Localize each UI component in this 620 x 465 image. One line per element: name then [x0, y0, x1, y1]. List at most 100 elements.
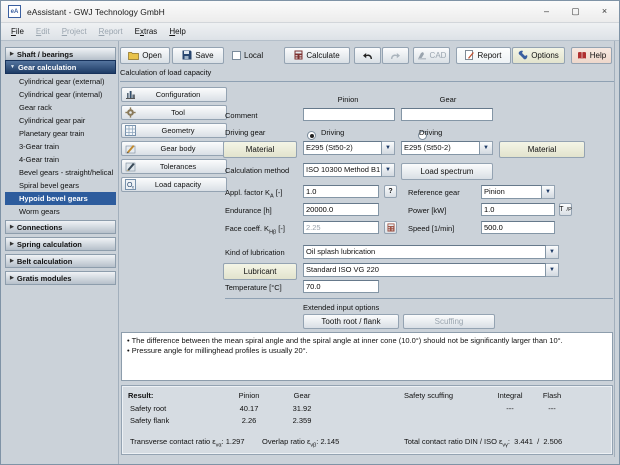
- nav-button-label: Load capacity: [154, 180, 202, 189]
- sidebar-item-bevel-gears[interactable]: Bevel gears - straight/helical: [5, 166, 116, 179]
- power-label: Power [kW]: [408, 206, 447, 215]
- sidebar-header-label: Connections: [16, 222, 63, 232]
- column-header-gear: Gear: [439, 95, 457, 104]
- safety-flank-pinion-value: 2.26: [241, 416, 257, 425]
- chevron-right-icon: ▶: [10, 224, 14, 230]
- app-icon: eA: [8, 5, 21, 18]
- sidebar-header-label: Gear calculation: [17, 62, 77, 72]
- total-contact-ratio-din-value: 3.441: [514, 437, 533, 446]
- sidebar-item-spiral-bevel-gears[interactable]: Spiral bevel gears: [5, 179, 116, 192]
- result-title: Result:: [128, 391, 154, 400]
- button-label: Save: [195, 50, 214, 60]
- menu-file[interactable]: File: [5, 25, 30, 38]
- material-pinion-dropdown[interactable]: E295 (St50-2) ▼: [303, 141, 395, 155]
- driving-gear-label: Driving gear: [225, 128, 266, 137]
- app-window: eA eAssistant - GWJ Technology GmbH – ▢ …: [0, 0, 620, 465]
- save-button[interactable]: Save: [172, 46, 224, 64]
- checkbox-icon: [232, 50, 241, 60]
- chevron-down-icon: ▼: [10, 64, 15, 70]
- face-coeff-input: [303, 221, 379, 234]
- calculation-method-label: Calculation method: [225, 166, 290, 175]
- safety-root-label: Safety root: [130, 404, 167, 413]
- maximize-button[interactable]: ▢: [561, 1, 590, 22]
- menu-extras[interactable]: Extras: [129, 25, 164, 38]
- redo-icon: [391, 52, 400, 59]
- open-button[interactable]: Open: [120, 46, 170, 64]
- pencil-drawing-icon: [124, 143, 136, 155]
- gear-body-button[interactable]: Gear body: [121, 141, 227, 156]
- sidebar-item-cylindrical-gear-external[interactable]: Cylindrical gear (external): [5, 75, 116, 88]
- sidebar-item-connections[interactable]: ▶ Connections: [5, 220, 116, 234]
- tooth-root-flank-button[interactable]: Tooth root / flank: [303, 314, 399, 329]
- menu-text: roject: [67, 27, 87, 36]
- menu-edit: Edit: [30, 25, 56, 38]
- geometry-button[interactable]: Geometry: [121, 123, 227, 138]
- appl-factor-help-button[interactable]: ?: [384, 185, 397, 198]
- material-gear-button[interactable]: Material: [499, 141, 585, 158]
- undo-icon: [363, 52, 372, 59]
- menu-text: elp: [175, 27, 186, 36]
- torque-power-toggle-button[interactable]: T/P: [559, 203, 572, 216]
- configuration-button[interactable]: Configuration: [121, 87, 227, 102]
- calculate-button[interactable]: Calculate: [284, 46, 350, 64]
- report-button[interactable]: Report: [456, 46, 511, 64]
- sidebar-item-hypoid-bevel-gears[interactable]: Hypoid bevel gears: [5, 192, 116, 205]
- appl-factor-input[interactable]: [303, 185, 379, 198]
- dropdown-value: ISO 10300 Method B1: [303, 163, 382, 177]
- undo-button[interactable]: [354, 46, 381, 64]
- sidebar-item-worm-gears[interactable]: Worm gears: [5, 205, 116, 218]
- chevron-right-icon: ▶: [10, 51, 14, 57]
- material-gear-dropdown[interactable]: E295 (St50-2) ▼: [401, 141, 493, 155]
- nav-button-label: Gear body: [160, 144, 196, 153]
- dropdown-value: E295 (St50-2): [303, 141, 382, 155]
- comment-pinion-input[interactable]: [303, 108, 395, 121]
- sidebar-item-spring-calculation[interactable]: ▶ Spring calculation: [5, 237, 116, 251]
- lubrication-dropdown[interactable]: Oil splash lubrication ▼: [303, 245, 559, 259]
- section-title: Calculation of load capacity: [120, 68, 614, 82]
- options-button[interactable]: Options: [512, 46, 565, 64]
- lubricant-dropdown[interactable]: Standard ISO VG 220 ▼: [303, 263, 559, 277]
- title-bar: eA eAssistant - GWJ Technology GmbH – ▢ …: [1, 1, 619, 23]
- sidebar-item-shaft-bearings[interactable]: ▶ Shaft / bearings: [5, 47, 116, 61]
- face-coeff-calculator-button[interactable]: [384, 221, 397, 234]
- calculation-method-dropdown[interactable]: ISO 10300 Method B1 ▼: [303, 163, 395, 177]
- sidebar-item-gear-rack[interactable]: Gear rack: [5, 101, 116, 114]
- speed-label: Speed [1/min]: [408, 224, 455, 233]
- tolerances-button[interactable]: Tolerances: [121, 159, 227, 174]
- sidebar-item-gratis-modules[interactable]: ▶ Gratis modules: [5, 271, 116, 285]
- chevron-down-icon: ▼: [480, 141, 493, 155]
- sidebar-item-planetary-gear-train[interactable]: Planetary gear train: [5, 127, 116, 140]
- sidebar-item-gear-calculation[interactable]: ▼ Gear calculation: [5, 60, 116, 74]
- lubricant-button[interactable]: Lubricant: [223, 263, 297, 280]
- speed-input[interactable]: [481, 221, 555, 234]
- caliper-pencil-icon: [124, 161, 136, 173]
- minimize-button[interactable]: –: [532, 1, 561, 22]
- load-spectrum-button[interactable]: Load spectrum: [401, 163, 493, 180]
- sidebar-item-3-gear-train[interactable]: 3-Gear train: [5, 140, 116, 153]
- close-button[interactable]: ×: [590, 1, 619, 22]
- temperature-input[interactable]: [303, 280, 379, 293]
- tool-button[interactable]: Tool: [121, 105, 227, 120]
- help-button[interactable]: Help: [571, 46, 612, 64]
- menu-help[interactable]: Help: [163, 25, 191, 38]
- reference-gear-dropdown[interactable]: Pinion ▼: [481, 185, 555, 199]
- load-capacity-button[interactable]: Ox Load capacity: [121, 177, 227, 192]
- nav-button-label: Tolerances: [159, 162, 197, 171]
- reference-gear-label: Reference gear: [408, 188, 460, 197]
- driving-pinion-radio[interactable]: [307, 131, 316, 140]
- power-input[interactable]: [481, 203, 555, 216]
- button-label: Calculate: [306, 50, 340, 60]
- sidebar-item-belt-calculation[interactable]: ▶ Belt calculation: [5, 254, 116, 268]
- transverse-contact-ratio-value: 1.297: [225, 437, 245, 446]
- sidebar-item-cylindrical-gear-internal[interactable]: Cylindrical gear (internal): [5, 88, 116, 101]
- comment-gear-input[interactable]: [401, 108, 493, 121]
- chevron-down-icon: ▼: [382, 163, 395, 177]
- local-checkbox[interactable]: Local: [232, 50, 282, 60]
- dropdown-value: Pinion: [481, 185, 542, 199]
- calculator-icon: [387, 223, 394, 232]
- endurance-input[interactable]: [303, 203, 379, 216]
- sidebar-item-cylindrical-gear-pair[interactable]: Cylindrical gear pair: [5, 114, 116, 127]
- chevron-right-icon: ▶: [10, 241, 14, 247]
- material-pinion-button[interactable]: Material: [223, 141, 297, 158]
- sidebar-item-4-gear-train[interactable]: 4-Gear train: [5, 153, 116, 166]
